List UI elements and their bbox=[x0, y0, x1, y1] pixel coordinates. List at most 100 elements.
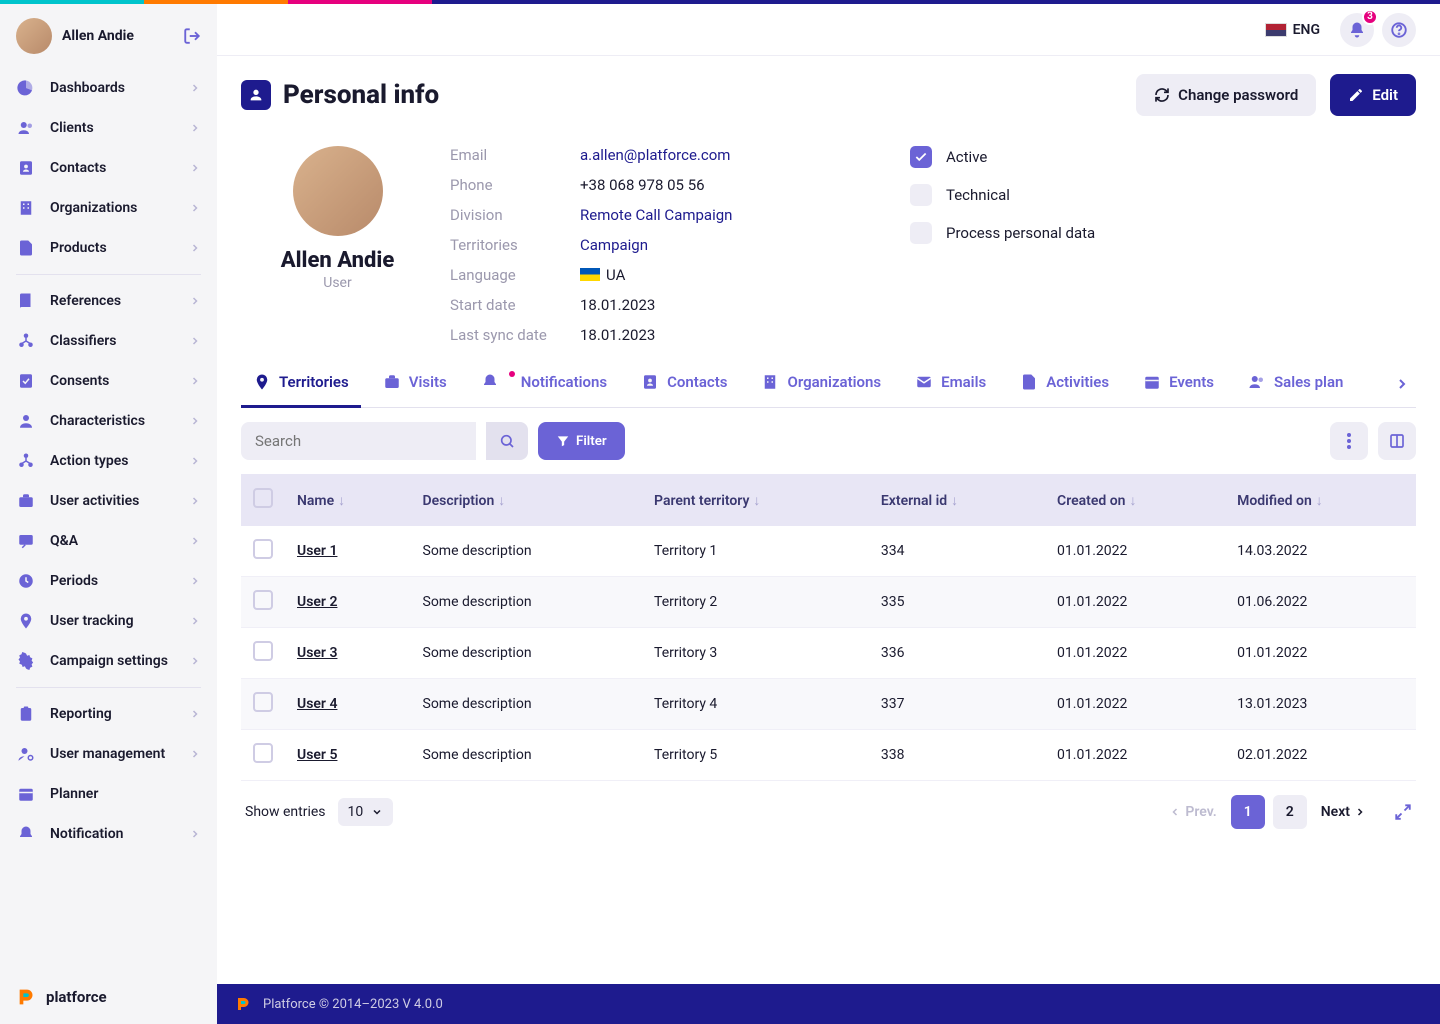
field-value[interactable]: Campaign bbox=[580, 236, 830, 254]
sidebar-item-label: Q&A bbox=[50, 533, 78, 549]
column-header[interactable]: Description↓ bbox=[411, 474, 643, 526]
sidebar-item-user-activities[interactable]: User activities bbox=[0, 481, 217, 521]
row-name-link[interactable]: User 4 bbox=[297, 696, 337, 712]
search-field[interactable] bbox=[241, 422, 476, 460]
row-created: 01.01.2022 bbox=[1045, 577, 1225, 628]
column-header[interactable]: Name↓ bbox=[285, 474, 411, 526]
table-row: User 4Some descriptionTerritory 433701.0… bbox=[241, 679, 1416, 730]
tab-events[interactable]: Events bbox=[1131, 360, 1226, 408]
sidebar-item-characteristics[interactable]: Characteristics bbox=[0, 401, 217, 441]
checkbox-active[interactable]: Active bbox=[910, 146, 1095, 168]
field-value[interactable]: a.allen@platforce.com bbox=[580, 146, 830, 164]
search-input[interactable] bbox=[255, 432, 462, 450]
sidebar-item-products[interactable]: Products bbox=[0, 228, 217, 268]
sidebar-item-user-tracking[interactable]: User tracking bbox=[0, 601, 217, 641]
row-name-link[interactable]: User 2 bbox=[297, 594, 337, 610]
search-icon bbox=[499, 433, 515, 449]
tab-emails[interactable]: Emails bbox=[903, 360, 998, 408]
help-button[interactable] bbox=[1382, 13, 1416, 47]
chevron-right-icon bbox=[189, 495, 201, 507]
sidebar-item-label: User activities bbox=[50, 493, 139, 509]
checkbox-process-personal-data[interactable]: Process personal data bbox=[910, 222, 1095, 244]
chevron-right-icon bbox=[189, 535, 201, 547]
tab-territories[interactable]: Territories bbox=[241, 360, 361, 408]
sidebar-item-label: Products bbox=[50, 240, 107, 256]
next-page[interactable]: Next bbox=[1315, 804, 1372, 820]
sidebar-item-label: Characteristics bbox=[50, 413, 145, 429]
edit-button[interactable]: Edit bbox=[1330, 74, 1416, 116]
sidebar-item-dashboards[interactable]: Dashboards bbox=[0, 68, 217, 108]
page-1[interactable]: 1 bbox=[1231, 795, 1265, 829]
sidebar-item-label: Consents bbox=[50, 373, 109, 389]
sidebar-item-periods[interactable]: Periods bbox=[0, 561, 217, 601]
notifications-button[interactable]: 3 bbox=[1340, 13, 1374, 47]
page-size-select[interactable]: 10 bbox=[338, 798, 394, 826]
checkbox-label: Active bbox=[946, 148, 987, 166]
sidebar-item-consents[interactable]: Consents bbox=[0, 361, 217, 401]
sidebar-item-label: Periods bbox=[50, 573, 98, 589]
filter-icon bbox=[556, 434, 570, 448]
row-created: 01.01.2022 bbox=[1045, 628, 1225, 679]
page-title: Personal info bbox=[283, 80, 1136, 110]
sidebar-item-planner[interactable]: Planner bbox=[0, 774, 217, 814]
language-selector[interactable]: ENG bbox=[1265, 22, 1320, 38]
clock-icon bbox=[16, 571, 36, 591]
row-external-id: 335 bbox=[869, 577, 1045, 628]
sidebar-item-q&a[interactable]: Q&A bbox=[0, 521, 217, 561]
tab-visits[interactable]: Visits bbox=[371, 360, 459, 408]
filter-label: Filter bbox=[576, 434, 607, 449]
tab-notifications[interactable]: Notifications bbox=[469, 360, 619, 408]
doc-icon bbox=[1020, 373, 1038, 391]
tab-label: Visits bbox=[409, 373, 447, 391]
prev-page[interactable]: Prev. bbox=[1163, 804, 1222, 820]
sidebar-item-campaign-settings[interactable]: Campaign settings bbox=[0, 641, 217, 681]
logout-button[interactable] bbox=[183, 27, 201, 45]
filter-button[interactable]: Filter bbox=[538, 422, 625, 460]
sidebar-item-user-management[interactable]: User management bbox=[0, 734, 217, 774]
field-label: Language bbox=[450, 266, 580, 284]
gear-icon bbox=[16, 651, 36, 671]
refresh-icon bbox=[1154, 87, 1170, 103]
sidebar-item-clients[interactable]: Clients bbox=[0, 108, 217, 148]
row-checkbox[interactable] bbox=[253, 692, 273, 712]
row-checkbox[interactable] bbox=[253, 743, 273, 763]
columns-button[interactable] bbox=[1378, 422, 1416, 460]
sidebar-item-reporting[interactable]: Reporting bbox=[0, 694, 217, 734]
column-header[interactable]: Modified on↓ bbox=[1225, 474, 1416, 526]
search-button[interactable] bbox=[486, 422, 528, 460]
tab-sales-plan[interactable]: Sales plan bbox=[1236, 360, 1355, 408]
column-header[interactable]: External id↓ bbox=[869, 474, 1045, 526]
change-password-button[interactable]: Change password bbox=[1136, 74, 1316, 116]
row-name-link[interactable]: User 1 bbox=[297, 543, 337, 559]
row-name-link[interactable]: User 3 bbox=[297, 645, 337, 661]
tab-organizations[interactable]: Organizations bbox=[749, 360, 893, 408]
sidebar-item-contacts[interactable]: Contacts bbox=[0, 148, 217, 188]
row-created: 01.01.2022 bbox=[1045, 526, 1225, 577]
row-checkbox[interactable] bbox=[253, 539, 273, 559]
field-value[interactable]: Remote Call Campaign bbox=[580, 206, 830, 224]
tab-activities[interactable]: Activities bbox=[1008, 360, 1121, 408]
tab-label: Contacts bbox=[667, 373, 727, 391]
sidebar-item-classifiers[interactable]: Classifiers bbox=[0, 321, 217, 361]
column-header[interactable]: Parent territory↓ bbox=[642, 474, 869, 526]
tab-label: Notifications bbox=[521, 373, 607, 391]
row-checkbox[interactable] bbox=[253, 641, 273, 661]
sidebar-item-references[interactable]: References bbox=[0, 281, 217, 321]
tabs-scroll-right[interactable] bbox=[1388, 376, 1416, 392]
sidebar-item-organizations[interactable]: Organizations bbox=[0, 188, 217, 228]
row-checkbox[interactable] bbox=[253, 590, 273, 610]
logo-icon bbox=[235, 995, 253, 1013]
page-2[interactable]: 2 bbox=[1273, 795, 1307, 829]
sidebar-item-notification[interactable]: Notification bbox=[0, 814, 217, 854]
sidebar-item-label: Reporting bbox=[50, 706, 112, 722]
select-all-checkbox[interactable] bbox=[253, 488, 273, 508]
checkbox-icon bbox=[910, 184, 932, 206]
checkbox-technical[interactable]: Technical bbox=[910, 184, 1095, 206]
column-header[interactable]: Created on↓ bbox=[1045, 474, 1225, 526]
more-button[interactable] bbox=[1330, 422, 1368, 460]
expand-button[interactable] bbox=[1394, 803, 1412, 821]
row-external-id: 338 bbox=[869, 730, 1045, 781]
sidebar-item-action-types[interactable]: Action types bbox=[0, 441, 217, 481]
tab-contacts[interactable]: Contacts bbox=[629, 360, 739, 408]
row-name-link[interactable]: User 5 bbox=[297, 747, 337, 763]
